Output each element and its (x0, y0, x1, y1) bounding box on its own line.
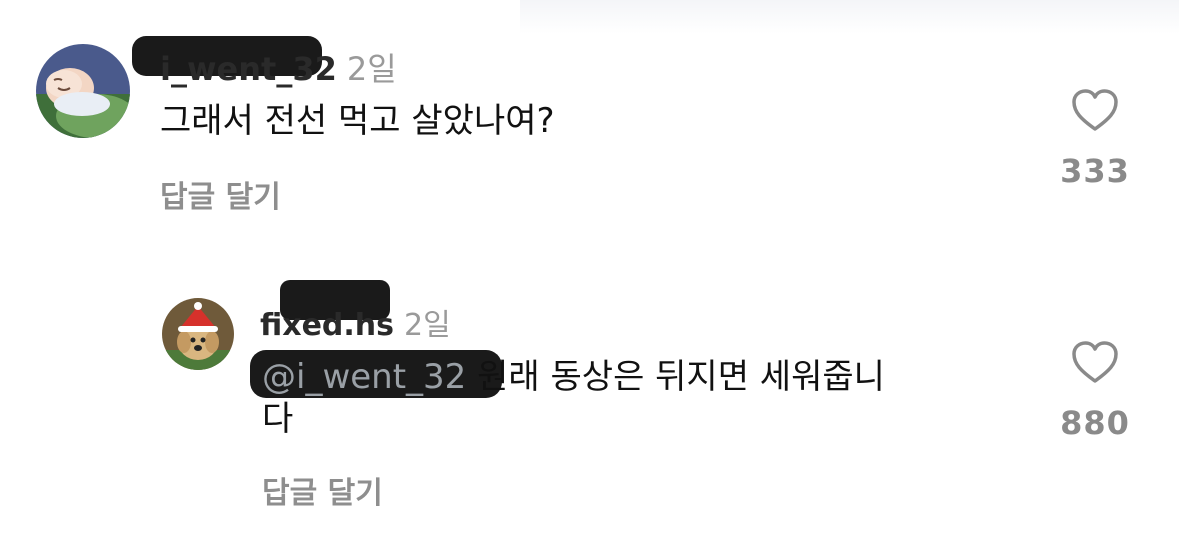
reply-button[interactable]: 답글 달기 (160, 172, 281, 216)
sleeping-cartoon-avatar-icon (36, 44, 130, 138)
username[interactable]: i_went_32 (160, 50, 337, 88)
avatar[interactable] (162, 298, 234, 370)
comment-text-line1: 원래 동상은 뒤지면 세워줍니 (477, 357, 885, 397)
reply-button[interactable]: 답글 달기 (262, 468, 383, 512)
dog-santa-hat-avatar-icon (162, 298, 234, 370)
timestamp: 2일 (404, 308, 451, 343)
like-count: 333 (1060, 152, 1130, 190)
timestamp: 2일 (346, 50, 397, 88)
like-count: 880 (1060, 404, 1130, 442)
like-control: 333 (1055, 88, 1135, 190)
comment-text: @i_went_32 원래 동상은 뒤지면 세워줍니 다 (262, 356, 1002, 440)
comment-meta: i_went_32 2일 (160, 44, 397, 90)
heart-icon[interactable] (1071, 340, 1119, 384)
top-background-shade (520, 0, 1179, 34)
like-control: 880 (1055, 340, 1135, 442)
comment-meta: fixed.hs 2일 (260, 300, 451, 344)
username[interactable]: fixed.hs (260, 308, 394, 343)
avatar[interactable] (36, 44, 130, 138)
comment-text: 그래서 전선 먹고 살았나여? (160, 101, 555, 141)
heart-icon[interactable] (1071, 88, 1119, 132)
mention-link[interactable]: @i_went_32 (262, 357, 466, 397)
comment-text-line2: 다 (262, 399, 294, 439)
